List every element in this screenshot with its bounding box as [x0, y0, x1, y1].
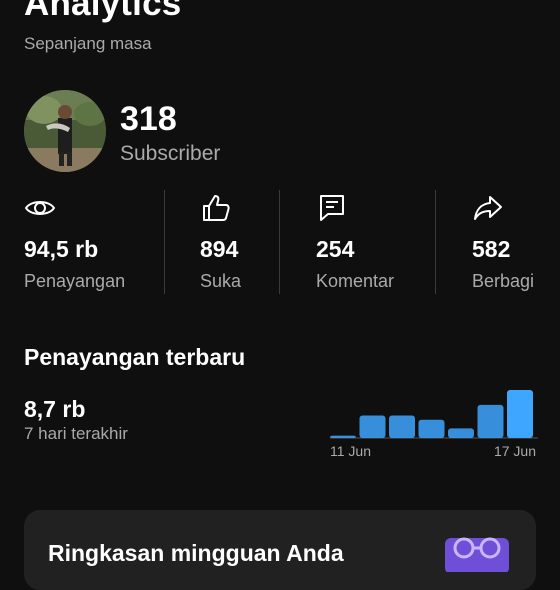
- recent-views-period: 7 hari terakhir: [24, 424, 128, 443]
- eye-icon: [24, 201, 56, 215]
- chart-bar: [330, 435, 356, 438]
- subscriber-count: 318: [120, 100, 177, 138]
- page-title: Analytics: [24, 0, 182, 23]
- share-icon: [474, 196, 502, 220]
- stat-value: 254: [316, 236, 355, 262]
- avatar[interactable]: [24, 90, 106, 172]
- stat-value: 582: [472, 236, 511, 262]
- stat-divider: [279, 190, 280, 294]
- chart-bar: [389, 415, 415, 438]
- avatar-photo: [24, 90, 106, 172]
- chart-tick-label: 17 Jun: [494, 443, 536, 459]
- chart-bar: [359, 415, 386, 438]
- weekly-summary-title: Ringkasan mingguan Anda: [48, 540, 344, 566]
- thumbs-up-icon: [203, 195, 230, 221]
- chart-bar: [507, 390, 533, 438]
- recent-views-chart[interactable]: 11 Jun 17 Jun: [328, 386, 540, 464]
- chart-bar: [418, 419, 445, 438]
- chart-bar: [448, 428, 474, 438]
- recent-views-value: 8,7 rb: [24, 396, 86, 422]
- stat-label: Penayangan: [24, 271, 126, 291]
- recent-views-title: Penayangan terbaru: [24, 344, 246, 370]
- chart-tick-label: 11 Jun: [330, 443, 371, 459]
- period-subtitle: Sepanjang masa: [24, 34, 152, 53]
- stat-value: 894: [200, 236, 239, 262]
- stat-label: Komentar: [316, 271, 395, 291]
- chart-bar: [477, 404, 504, 438]
- stat-label: Suka: [200, 271, 242, 291]
- stat-label: Berbagi: [472, 271, 535, 291]
- stat-value: 94,5 rb: [24, 236, 99, 262]
- subscriber-label: Subscriber: [120, 142, 221, 165]
- comment-icon: [320, 195, 344, 221]
- glasses-icon: [445, 537, 509, 572]
- stat-divider: [164, 190, 165, 294]
- stat-divider: [435, 190, 436, 294]
